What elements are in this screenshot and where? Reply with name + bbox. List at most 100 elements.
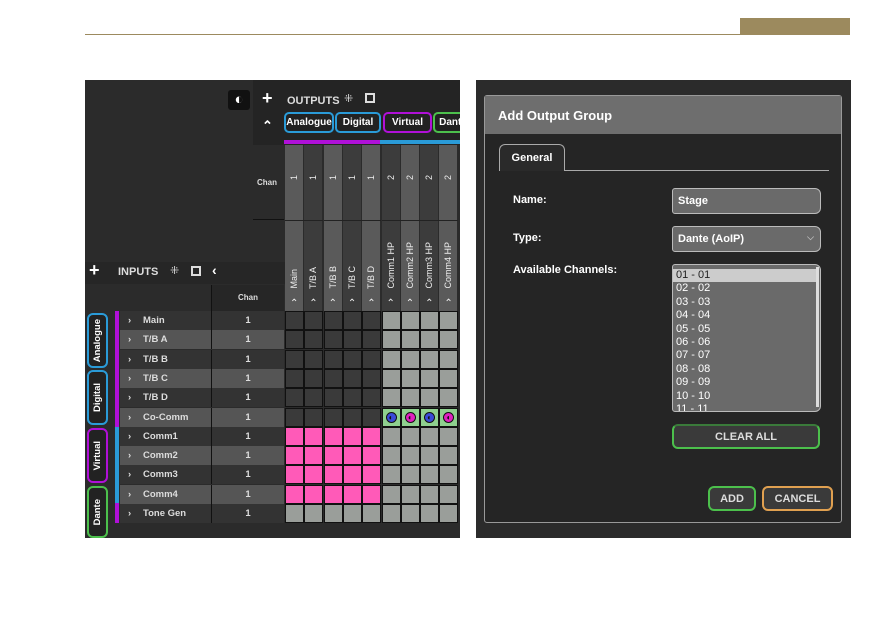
crosspoint-cell[interactable] <box>381 484 401 504</box>
expand-icon[interactable] <box>191 266 201 276</box>
crosspoint-cell[interactable] <box>362 311 382 330</box>
collapse-icon[interactable]: ⁜ <box>344 92 353 105</box>
crosspoint-cell[interactable] <box>439 311 459 330</box>
crosspoint-cell[interactable] <box>304 484 324 504</box>
caret-up-icon[interactable]: ⌃ <box>290 298 298 309</box>
crosspoint-cell[interactable] <box>420 330 440 350</box>
crosspoint-cell[interactable] <box>439 465 459 485</box>
crosspoint-cell[interactable] <box>285 368 304 388</box>
input-row[interactable]: › T/B A 1 <box>120 330 284 350</box>
crosspoint-cell[interactable]: ◐ <box>420 407 440 427</box>
crosspoint-cell[interactable] <box>400 368 420 388</box>
output-column-header[interactable]: 2 Comm3 HP ⌃ <box>420 145 440 311</box>
crosspoint-cell[interactable] <box>439 504 459 523</box>
channel-option[interactable]: 01 - 01 <box>673 269 816 283</box>
channel-option[interactable]: 02 - 02 <box>673 282 816 295</box>
input-row[interactable]: › Co-Comm 1 <box>120 407 284 427</box>
crosspoint-cell[interactable] <box>323 388 343 408</box>
input-tab-analogue[interactable]: Analogue <box>87 313 108 368</box>
channel-option[interactable]: 11 - 11 <box>673 403 816 411</box>
output-tab-digital[interactable]: Digital <box>335 112 381 133</box>
crosspoint-cell[interactable] <box>439 426 459 446</box>
crosspoint-cell[interactable] <box>342 484 362 504</box>
crosspoint-cell[interactable] <box>304 311 324 330</box>
add-output-icon[interactable]: + <box>262 88 273 109</box>
crosspoint-cell[interactable] <box>439 484 459 504</box>
crosspoint-cell[interactable] <box>323 504 343 523</box>
crosspoint-cell[interactable] <box>362 330 382 350</box>
output-column-header[interactable]: 1 Main ⌃ <box>285 145 304 311</box>
input-row[interactable]: › T/B C 1 <box>120 368 284 388</box>
input-row[interactable]: › Comm2 1 <box>120 446 284 466</box>
chevron-right-icon[interactable]: › <box>128 469 143 480</box>
channel-option[interactable]: 09 - 09 <box>673 376 816 389</box>
crosspoint-cell[interactable] <box>400 388 420 408</box>
clear-all-button[interactable]: CLEAR ALL <box>672 424 820 449</box>
crosspoint-cell[interactable] <box>323 311 343 330</box>
collapse-outputs-caret-icon[interactable]: ⌃ <box>262 118 273 134</box>
crosspoint-cell[interactable] <box>304 368 324 388</box>
input-row[interactable]: › Main 1 <box>120 311 284 330</box>
crosspoint-cell[interactable] <box>342 465 362 485</box>
output-column-header[interactable]: 1 T/B A ⌃ <box>304 145 324 311</box>
crosspoint-cell[interactable] <box>342 446 362 466</box>
input-tab-virtual[interactable]: Virtual <box>87 428 108 483</box>
crosspoint-cell[interactable] <box>381 504 401 523</box>
channel-option[interactable]: 04 - 04 <box>673 309 816 322</box>
crosspoint-cell[interactable] <box>381 446 401 466</box>
output-column-header[interactable]: 1 T/B D ⌃ <box>362 145 382 311</box>
crosspoint-cell[interactable] <box>400 465 420 485</box>
crosspoint-cell[interactable] <box>420 388 440 408</box>
route-indicator-icon[interactable]: ◐ <box>443 411 455 423</box>
chevron-right-icon[interactable]: › <box>128 450 143 461</box>
crosspoint-cell[interactable] <box>285 388 304 408</box>
chevron-left-icon[interactable]: ‹ <box>212 262 217 278</box>
crosspoint-cell[interactable] <box>304 426 324 446</box>
crosspoint-cell[interactable] <box>285 349 304 369</box>
chevron-right-icon[interactable]: › <box>128 354 143 365</box>
contrast-icon[interactable]: ◐ <box>228 90 250 110</box>
output-column-header[interactable]: 1 T/B B ⌃ <box>323 145 343 311</box>
crosspoint-cell[interactable] <box>420 484 440 504</box>
caret-up-icon[interactable]: ⌃ <box>367 298 375 309</box>
crosspoint-cell[interactable] <box>400 426 420 446</box>
channel-option[interactable]: 07 - 07 <box>673 349 816 362</box>
crosspoint-cell[interactable] <box>362 465 382 485</box>
crosspoint-cell[interactable] <box>285 465 304 485</box>
crosspoint-cell[interactable]: ◐ <box>400 407 420 427</box>
caret-up-icon[interactable]: ⌃ <box>406 298 414 309</box>
crosspoint-cell[interactable] <box>285 426 304 446</box>
output-tab-virtual[interactable]: Virtual <box>383 112 432 133</box>
crosspoint-cell[interactable] <box>323 426 343 446</box>
crosspoint-cell[interactable] <box>323 407 343 427</box>
output-column-header[interactable]: 2 Comm4 HP ⌃ <box>439 145 459 311</box>
chevron-right-icon[interactable]: › <box>128 412 143 423</box>
crosspoint-cell[interactable] <box>362 407 382 427</box>
caret-up-icon[interactable]: ⌃ <box>425 298 433 309</box>
add-button[interactable]: ADD <box>708 486 756 511</box>
crosspoint-cell[interactable] <box>439 446 459 466</box>
channel-option[interactable]: 03 - 03 <box>673 296 816 309</box>
crosspoint-cell[interactable] <box>304 349 324 369</box>
channel-option[interactable]: 06 - 06 <box>673 336 816 349</box>
crosspoint-cell[interactable] <box>400 330 420 350</box>
crosspoint-cell[interactable] <box>420 426 440 446</box>
channel-option[interactable]: 05 - 05 <box>673 323 816 336</box>
crosspoint-cell[interactable] <box>323 349 343 369</box>
input-row[interactable]: › Tone Gen 1 <box>120 504 284 523</box>
crosspoint-cell[interactable] <box>400 311 420 330</box>
crosspoint-cell[interactable] <box>362 484 382 504</box>
crosspoint-cell[interactable] <box>304 407 324 427</box>
crosspoint-cell[interactable] <box>304 388 324 408</box>
crosspoint-cell[interactable] <box>420 311 440 330</box>
crosspoint-cell[interactable] <box>362 368 382 388</box>
crosspoint-cell[interactable] <box>400 446 420 466</box>
channel-option[interactable]: 08 - 08 <box>673 363 816 376</box>
cancel-button[interactable]: CANCEL <box>762 486 833 511</box>
crosspoint-cell[interactable] <box>323 446 343 466</box>
list-scrollbar[interactable] <box>816 267 819 407</box>
crosspoint-cell[interactable] <box>342 349 362 369</box>
crosspoint-cell[interactable] <box>362 426 382 446</box>
chevron-right-icon[interactable]: › <box>128 334 143 345</box>
route-indicator-icon[interactable]: ◐ <box>404 411 416 423</box>
